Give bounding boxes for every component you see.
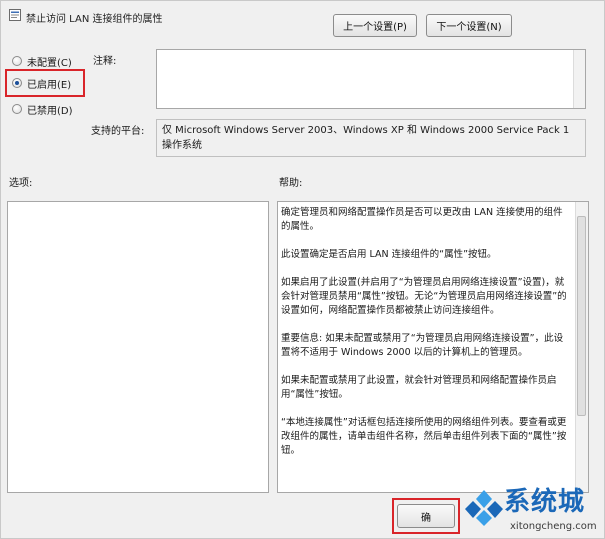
help-pane: 确定管理员和网络配置操作员是否可以更改由 LAN 连接使用的组件的属性。 此设置… [277, 201, 589, 493]
help-paragraph: “本地连接属性”对话框包括连接所使用的网络组件列表。要查看或更改组件的属性，请单… [281, 417, 567, 456]
comment-scrollbar[interactable] [573, 50, 585, 108]
xitongcheng-logo-icon [465, 490, 503, 526]
radio-disabled-label: 已禁用(D) [27, 105, 73, 117]
radio-not-configured-indicator[interactable] [12, 56, 22, 66]
radio-disabled-indicator[interactable] [12, 104, 22, 114]
help-paragraph: 此设置确定是否启用 LAN 连接组件的“属性”按钮。 [281, 249, 497, 260]
watermark-url: xitongcheng.com [510, 521, 597, 532]
options-label: 选项: [9, 178, 33, 189]
help-paragraph: 如果未配置或禁用了此设置，就会针对管理员和网络配置操作员启用“属性”按钮。 [281, 375, 557, 400]
comment-label: 注释: [93, 56, 117, 67]
previous-setting-button[interactable]: 上一个设置(P) [333, 14, 417, 37]
dialog-title: 禁止访问 LAN 连接组件的属性 [26, 14, 163, 25]
radio-enabled-label: 已启用(E) [27, 79, 72, 91]
help-paragraph: 确定管理员和网络配置操作员是否可以更改由 LAN 连接使用的组件的属性。 [281, 207, 563, 232]
help-label: 帮助: [279, 178, 303, 189]
platform-label: 支持的平台: [91, 126, 145, 137]
options-pane [7, 201, 269, 493]
ok-button[interactable]: 确 [397, 504, 455, 528]
comment-textarea[interactable] [156, 49, 586, 109]
help-scrollbar[interactable] [575, 202, 588, 492]
policy-dialog: 禁止访问 LAN 连接组件的属性 上一个设置(P) 下一个设置(N) 未配置(C… [0, 0, 605, 539]
radio-enabled-indicator[interactable] [12, 78, 22, 88]
radio-not-configured[interactable]: 未配置(C) [12, 53, 72, 69]
help-paragraph: 如果启用了此设置(并启用了“为管理员启用网络连接设置”设置)，就会针对管理员禁用… [281, 277, 567, 316]
help-text: 确定管理员和网络配置操作员是否可以更改由 LAN 连接使用的组件的属性。 此设置… [281, 206, 571, 472]
policy-setting-icon [9, 9, 21, 21]
radio-enabled[interactable]: 已启用(E) [12, 75, 71, 91]
radio-disabled[interactable]: 已禁用(D) [12, 101, 73, 117]
radio-not-configured-label: 未配置(C) [27, 57, 72, 69]
dialog-header: 禁止访问 LAN 连接组件的属性 上一个设置(P) 下一个设置(N) [1, 1, 604, 43]
help-paragraph: 重要信息: 如果未配置或禁用了“为管理员启用网络连接设置”，此设置将不适用于 W… [281, 333, 564, 358]
next-setting-button[interactable]: 下一个设置(N) [426, 14, 512, 37]
platform-value: 仅 Microsoft Windows Server 2003、Windows … [156, 119, 586, 157]
help-scrollbar-thumb[interactable] [577, 216, 586, 416]
